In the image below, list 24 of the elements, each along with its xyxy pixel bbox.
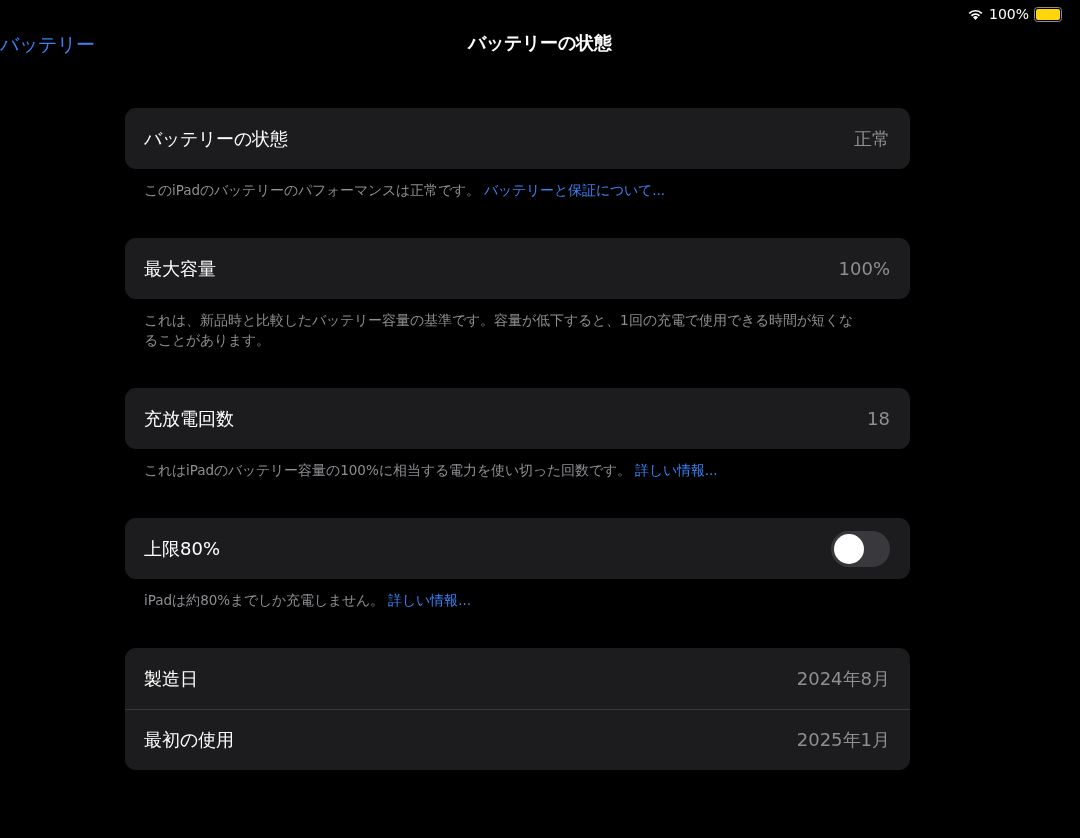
back-link[interactable]: バッテリー xyxy=(0,32,95,58)
battery-icon xyxy=(1034,6,1062,22)
row-value: 2024年8月 xyxy=(796,666,890,691)
row-label: 最大容量 xyxy=(144,256,216,281)
row-label: 充放電回数 xyxy=(144,406,234,431)
wifi-icon xyxy=(966,8,984,20)
row-value: 正常 xyxy=(854,126,890,151)
row-label: 上限80% xyxy=(144,536,220,561)
info-link[interactable]: 詳しい情報... xyxy=(634,462,718,478)
page-title: バッテリーの状態 xyxy=(468,32,612,53)
footer-note: これはiPadのバッテリー容量の100%に相当する電力を使い切った回数です。 詳しい情報... xyxy=(144,461,719,480)
footer-note: このiPadのバッテリーのパフォーマンスは正常です。 バッテリーと保証について... xyxy=(144,181,666,200)
row-value: 18 xyxy=(867,408,890,429)
footer-note: iPadは約80%までしか充電しません。 詳しい情報... xyxy=(144,591,472,610)
battery-percentage: 100% xyxy=(988,6,1029,22)
info-link[interactable]: バッテリーと保証について... xyxy=(484,182,665,198)
row-label: 最初の使用 xyxy=(144,728,234,752)
row-value: 100% xyxy=(838,258,890,279)
info-link[interactable]: 詳しい情報... xyxy=(388,592,471,608)
row-label: バッテリーの状態 xyxy=(144,126,288,151)
footer-note: これは、新品時と比較したバッテリー容量の基準です。容量が低下すると、1回の充電で使用できる時間が短くなることがあります。 xyxy=(144,311,854,350)
toggle-switch[interactable] xyxy=(831,530,890,567)
row-value: 2025年1月 xyxy=(796,728,890,752)
row-label: 製造日 xyxy=(144,666,198,691)
